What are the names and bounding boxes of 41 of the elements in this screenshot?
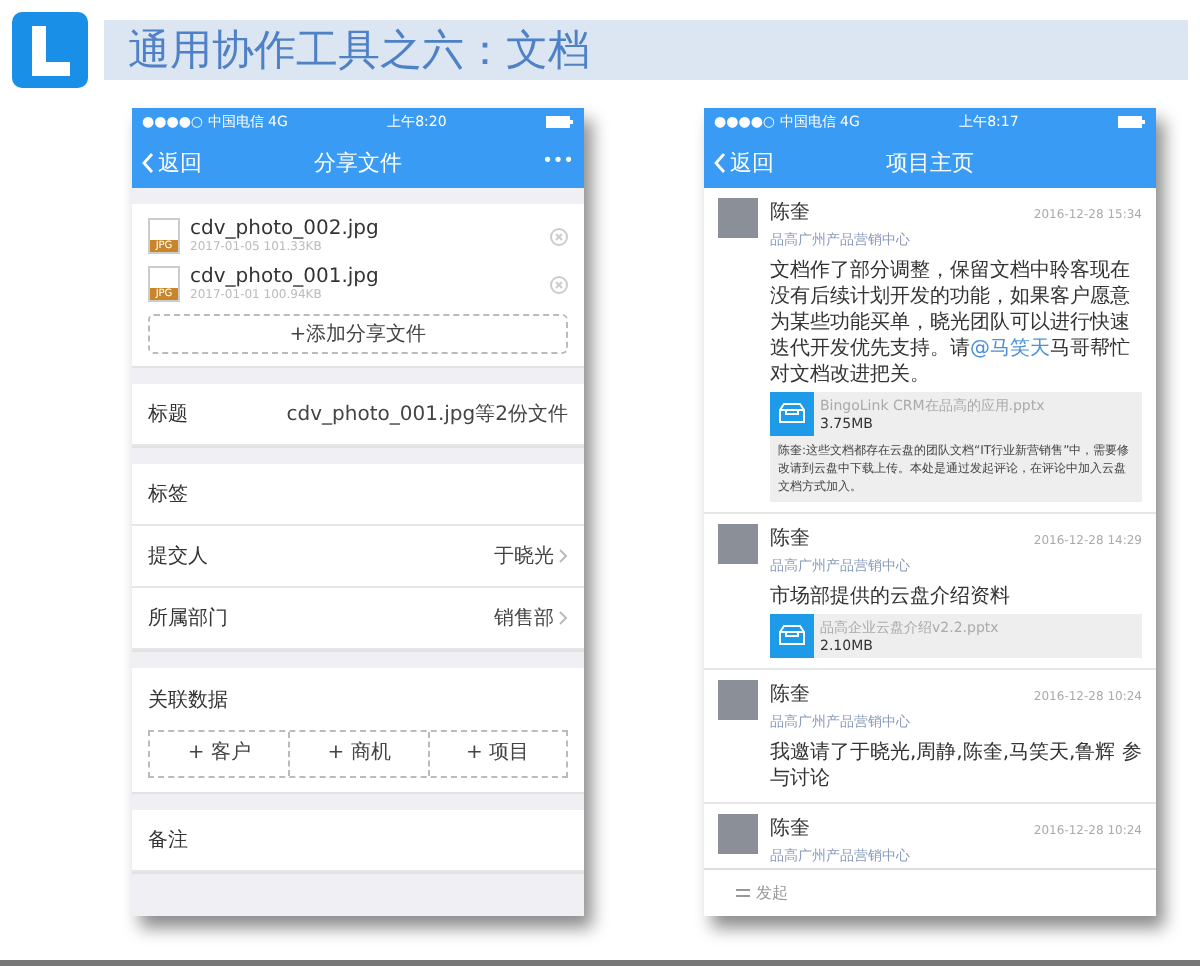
author-name: 陈奎 [770,682,810,708]
author-name: 陈奎 [770,200,810,226]
post-text: 文档作了部分调整，保留文档中聆客现在没有后续计划开发的功能，如果客户愿意为某些功能买单，晓光团队可以进行快速迭代开发优先支持。请@马笑天马哥帮忙对文档改进把关。 [770,258,1132,388]
add-related-button[interactable]: + 商机 [288,732,428,776]
file-name: cdv_photo_002.jpg [190,218,379,240]
avatar-placeholder [718,680,758,720]
add-related-button[interactable]: + 项目 [427,732,566,776]
field-value[interactable]: 销售部 [494,604,568,632]
add-file-button[interactable]: +添加分享文件 [148,314,568,354]
post-text: 我邀请了于晓光,周静,陈奎,马笑天,鲁辉 参与讨论 [770,740,1142,792]
field-label: 提交人 [148,543,208,570]
tray-icon [770,614,814,658]
section-label: 关联数据 [148,687,228,713]
file-name: cdv_photo_001.jpg [190,266,379,288]
field-value[interactable]: 于晓光 [494,542,568,570]
post-text: 市场部提供的云盘介绍资料 [770,584,1012,610]
add-related-button[interactable]: + 客户 [150,732,289,776]
chevron-left-icon [714,151,726,173]
battery-icon [545,116,574,128]
remove-icon[interactable] [550,275,568,293]
avatar-placeholder [718,198,758,238]
field-label: 标题 [148,401,188,428]
battery-icon [1117,116,1146,128]
field-value: cdv_photo_001.jpg等2份文件 [286,401,568,428]
chevron-left-icon [142,151,154,173]
chevron-right-icon [558,610,568,626]
screen-title: 项目主页 [884,147,976,177]
field-label: 所属部门 [148,605,228,632]
logo-icon [12,12,88,88]
avatar-placeholder [718,524,758,564]
field-label: 备注 [148,827,188,854]
tray-icon [770,392,814,436]
field-label: 标签 [148,481,188,508]
screen-title: 分享文件 [312,147,404,177]
slide-title: 通用协作工具之六：文档 [104,20,1188,80]
author-name: 陈奎 [770,526,810,552]
menu-icon [736,888,750,898]
avatar-placeholder [718,814,758,854]
chevron-right-icon [558,548,568,564]
remove-icon[interactable] [550,227,568,245]
author-name: 陈奎 [770,816,810,842]
